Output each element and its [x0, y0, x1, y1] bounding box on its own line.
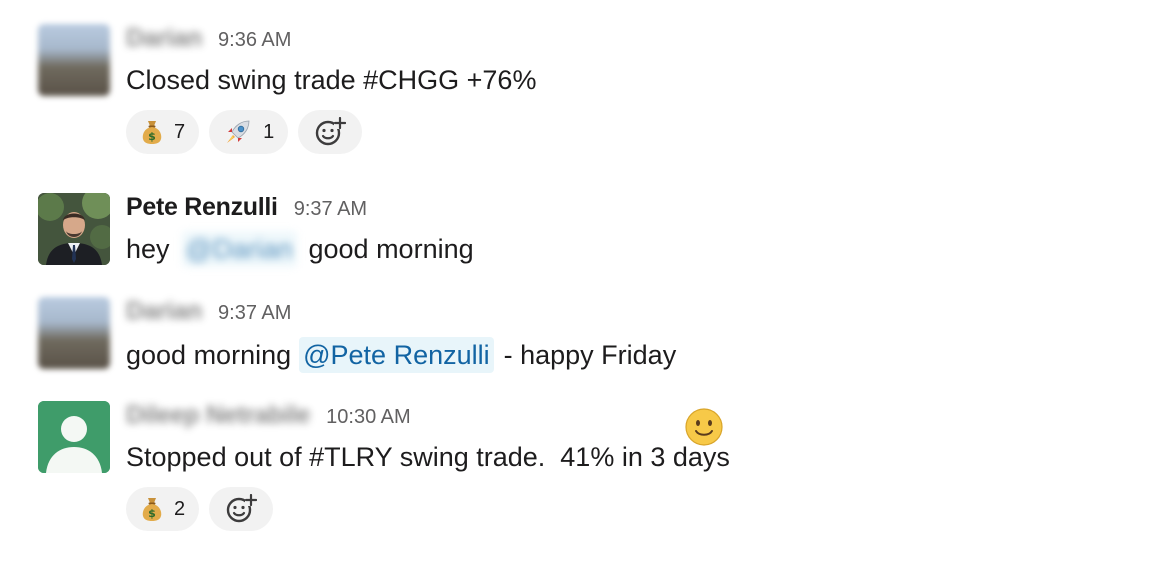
- message-meta: Darian 9:36 AM: [126, 24, 1138, 54]
- message-body: Pete Renzulli 9:37 AM hey @Darian good mor…: [126, 193, 1138, 267]
- reaction-count: 7: [174, 120, 186, 143]
- message-body: Darian 9:36 AM Closed swing trade #CHGG …: [126, 24, 1138, 154]
- svg-text:$: $: [148, 130, 156, 143]
- user-mention[interactable]: @Pete Renzulli: [299, 337, 494, 373]
- message-text-before: good morning: [126, 340, 292, 370]
- default-user-icon: [38, 401, 110, 473]
- timestamp[interactable]: 9:37 AM: [218, 302, 291, 325]
- message-text-after: - happy Friday: [503, 340, 677, 370]
- author-name[interactable]: Pete Renzulli: [126, 193, 278, 222]
- message-body: Dileep Netrabile 10:30 AM Stopped out of…: [126, 401, 1138, 531]
- message-text: good morning @Pete Renzulli - happy Friday: [126, 335, 1138, 446]
- avatar[interactable]: [38, 24, 110, 96]
- message-body: Darian 9:37 AM good morning @Pete Renzull…: [126, 297, 1138, 446]
- money-bag-icon: $: [140, 496, 164, 522]
- author-name[interactable]: Darian: [126, 297, 202, 326]
- avatar[interactable]: [38, 401, 110, 473]
- svg-text:$: $: [148, 507, 156, 520]
- reactions-bar: $ 2: [126, 487, 1138, 531]
- avatar[interactable]: [38, 193, 110, 265]
- message-text: Closed swing trade #CHGG +76%: [126, 65, 537, 95]
- money-bag-icon: $: [140, 119, 164, 145]
- timestamp[interactable]: 9:37 AM: [294, 198, 367, 221]
- reaction-count: 2: [174, 497, 186, 520]
- message-meta: Darian 9:37 AM: [126, 297, 1138, 327]
- add-reaction-button[interactable]: [209, 487, 274, 531]
- message-meta: Pete Renzulli 9:37 AM: [126, 193, 1138, 223]
- reaction-money-bag[interactable]: $ 7: [126, 110, 200, 154]
- timestamp[interactable]: 9:36 AM: [218, 29, 291, 52]
- author-name[interactable]: Darian: [126, 24, 202, 53]
- avatar[interactable]: [38, 297, 110, 369]
- reaction-money-bag[interactable]: $ 2: [126, 487, 200, 531]
- user-mention[interactable]: @Darian: [181, 231, 297, 267]
- message-text: Stopped out of #TLRY swing trade. 41% in…: [126, 442, 730, 472]
- reactions-bar: $ 7 1: [126, 110, 1138, 154]
- add-emoji-icon: [225, 494, 258, 524]
- message-text-before: hey: [126, 234, 170, 264]
- message-meta: Dileep Netrabile 10:30 AM: [126, 401, 1138, 431]
- reaction-count: 1: [263, 120, 275, 143]
- timestamp[interactable]: 10:30 AM: [326, 406, 411, 429]
- slightly-smiling-face-icon: [684, 335, 724, 446]
- message-text: hey @Darian good morning: [126, 231, 1138, 267]
- author-name[interactable]: Dileep Netrabile: [126, 401, 310, 430]
- add-emoji-icon: [314, 117, 347, 147]
- rocket-icon: [223, 117, 253, 147]
- add-reaction-button[interactable]: [298, 110, 363, 154]
- reaction-rocket[interactable]: 1: [209, 110, 289, 154]
- message-text-after: good morning: [308, 234, 474, 264]
